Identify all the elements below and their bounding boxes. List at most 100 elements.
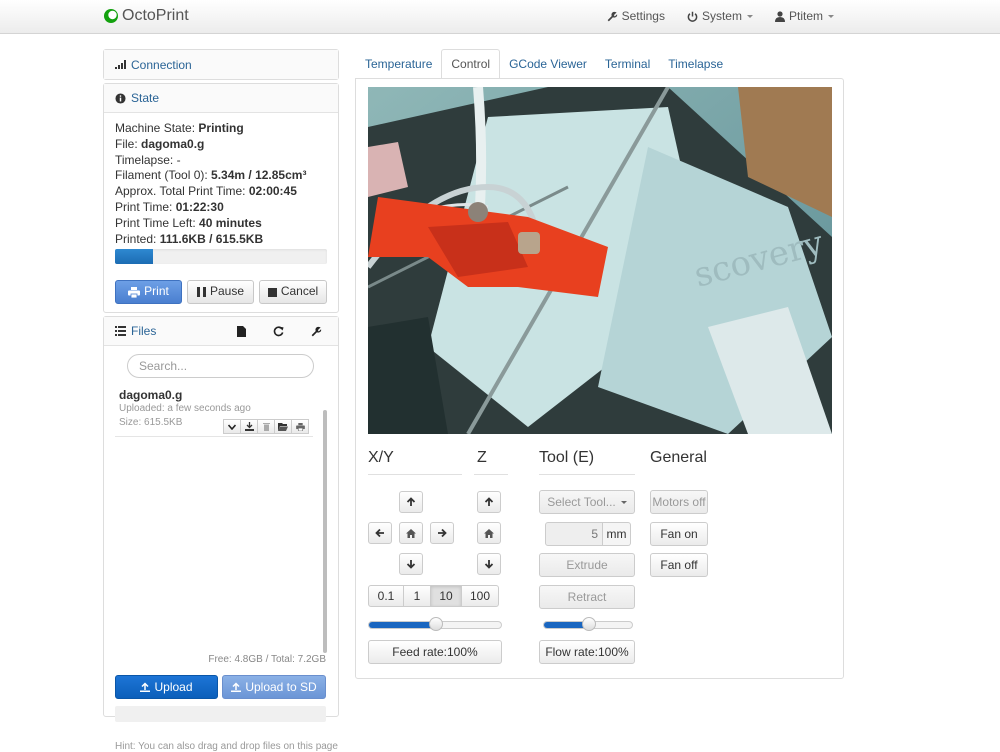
file-load-button[interactable] [274, 419, 292, 435]
flow-rate-button[interactable]: Flow rate:100% [539, 640, 635, 664]
control-panel: scovery 200 X/Y Z Tool (E) General 0.1 1… [355, 78, 844, 679]
arrow-up-icon [406, 497, 416, 506]
file-download-button[interactable] [240, 419, 258, 435]
general-title: General [650, 449, 707, 466]
feed-rate-button[interactable]: Feed rate:100% [368, 640, 502, 664]
file-delete-button[interactable] [257, 419, 275, 435]
home-z-button[interactable] [477, 522, 501, 544]
cancel-button[interactable]: Cancel [259, 280, 327, 305]
fan-on-button[interactable]: Fan on [650, 522, 708, 546]
timelapse-row: Timelapse: - [115, 153, 327, 169]
feed-rate-slider[interactable] [368, 617, 502, 631]
printed-value: 111.6KB / 615.5KB [159, 231, 264, 246]
approx-time-label: Approx. Total Print Time: [115, 184, 246, 199]
system-label: System [701, 9, 742, 23]
upload-button[interactable]: Upload [115, 675, 218, 700]
file-list-item[interactable]: dagoma0.g Uploaded: a few seconds ago Si… [115, 388, 313, 438]
home-xy-button[interactable] [399, 522, 423, 544]
file-actions [223, 419, 309, 435]
new-file-tool[interactable] [237, 325, 251, 337]
arrow-down-icon [406, 560, 416, 569]
printed-row: Printed: 111.6KB / 615.5KB [115, 232, 327, 248]
tab-temperature[interactable]: Temperature [356, 49, 441, 79]
user-menu[interactable]: Ptitem [774, 9, 834, 23]
time-left-label: Print Time Left: [115, 215, 196, 230]
print-progress-fill [115, 249, 154, 265]
extrude-unit: mm [603, 522, 631, 546]
step-0-1-button[interactable]: 0.1 [368, 585, 404, 607]
jog-x-plus-button[interactable] [430, 522, 454, 544]
filament-value: 5.34m / 12.85cm³ [211, 168, 307, 183]
file-item-name: dagoma0.g [119, 388, 183, 403]
refresh-tool[interactable] [273, 326, 289, 337]
file-list-scrollbar[interactable] [323, 410, 327, 654]
cancel-label: Cancel [280, 284, 319, 299]
upload-icon [140, 682, 151, 693]
flow-rate-slider[interactable] [543, 617, 633, 631]
upload-progress-bar [115, 706, 326, 723]
tab-terminal[interactable]: Terminal [596, 49, 659, 79]
home-icon [484, 528, 494, 538]
machine-state-value: Printing [198, 121, 244, 135]
filament-row: Filament (Tool 0): 5.34m / 12.85cm³ [115, 168, 327, 184]
wrench-icon [311, 326, 322, 337]
tool-title: Tool (E) [539, 449, 595, 466]
connection-title: Connection [131, 57, 192, 72]
file-label: File: [115, 136, 138, 151]
step-1-button[interactable]: 1 [403, 585, 431, 607]
jog-y-minus-button[interactable] [399, 553, 423, 575]
print-time-row: Print Time: 01:22:30 [115, 200, 327, 216]
brand-name: OctoPrint [122, 7, 189, 24]
approx-time-row: Approx. Total Print Time: 02:00:45 [115, 184, 327, 200]
select-tool-dropdown[interactable]: Select Tool... [539, 490, 635, 514]
drag-drop-hint: Hint: You can also drag and drop files o… [115, 741, 338, 752]
signal-icon [115, 60, 126, 69]
flow-rate-handle[interactable] [582, 617, 596, 631]
upload-sd-button[interactable]: Upload to SD [222, 675, 326, 700]
pause-button[interactable]: Pause [187, 280, 254, 305]
motors-off-button[interactable]: Motors off [650, 490, 708, 514]
jog-y-plus-button[interactable] [399, 491, 423, 513]
select-tool-label: Select Tool... [547, 495, 616, 509]
tab-gcode-viewer[interactable]: GCode Viewer [500, 49, 596, 79]
tab-control[interactable]: Control [441, 49, 501, 79]
arrow-down-icon [484, 560, 494, 569]
fan-off-button[interactable]: Fan off [650, 553, 708, 577]
file-settings-tool[interactable] [311, 326, 327, 337]
brand[interactable]: OctoPrint [103, 7, 189, 25]
state-body: Machine State: Printing File: dagoma0.g … [104, 113, 338, 312]
timelapse-value: - [176, 152, 181, 167]
refresh-icon [273, 326, 284, 337]
connection-panel: Connection [103, 49, 339, 80]
stop-icon [267, 287, 277, 297]
caret-down-icon [828, 14, 834, 18]
sidebar: Connection State Machine State: Printing… [103, 49, 339, 752]
jog-z-plus-button[interactable] [477, 491, 501, 513]
file-print-button[interactable] [291, 419, 309, 435]
power-icon [687, 11, 698, 22]
extrude-amount-input[interactable]: 5 [545, 522, 603, 546]
arrow-up-icon [484, 497, 494, 506]
files-header[interactable]: Files [104, 317, 338, 347]
state-header[interactable]: State [104, 84, 338, 113]
settings-menu[interactable]: Settings [607, 9, 665, 23]
printer-icon [128, 286, 141, 298]
file-expand-button[interactable] [223, 419, 241, 435]
jog-x-minus-button[interactable] [368, 522, 392, 544]
machine-state-label: Machine State: [115, 121, 196, 135]
jog-z-minus-button[interactable] [477, 553, 501, 575]
xy-title: X/Y [368, 449, 394, 466]
tab-timelapse[interactable]: Timelapse [659, 49, 732, 79]
extrude-button[interactable]: Extrude [539, 553, 635, 577]
time-left-value: 40 minutes [199, 215, 262, 230]
file-search-input[interactable]: Search... [127, 354, 314, 379]
connection-header[interactable]: Connection [104, 50, 338, 79]
print-button[interactable]: Print [115, 280, 182, 305]
step-100-button[interactable]: 100 [461, 585, 499, 607]
feed-rate-handle[interactable] [429, 617, 443, 631]
file-icon [237, 325, 246, 337]
system-menu[interactable]: System [687, 9, 753, 23]
retract-button[interactable]: Retract [539, 585, 635, 609]
upload-icon [231, 682, 242, 693]
step-10-button[interactable]: 10 [430, 585, 462, 607]
